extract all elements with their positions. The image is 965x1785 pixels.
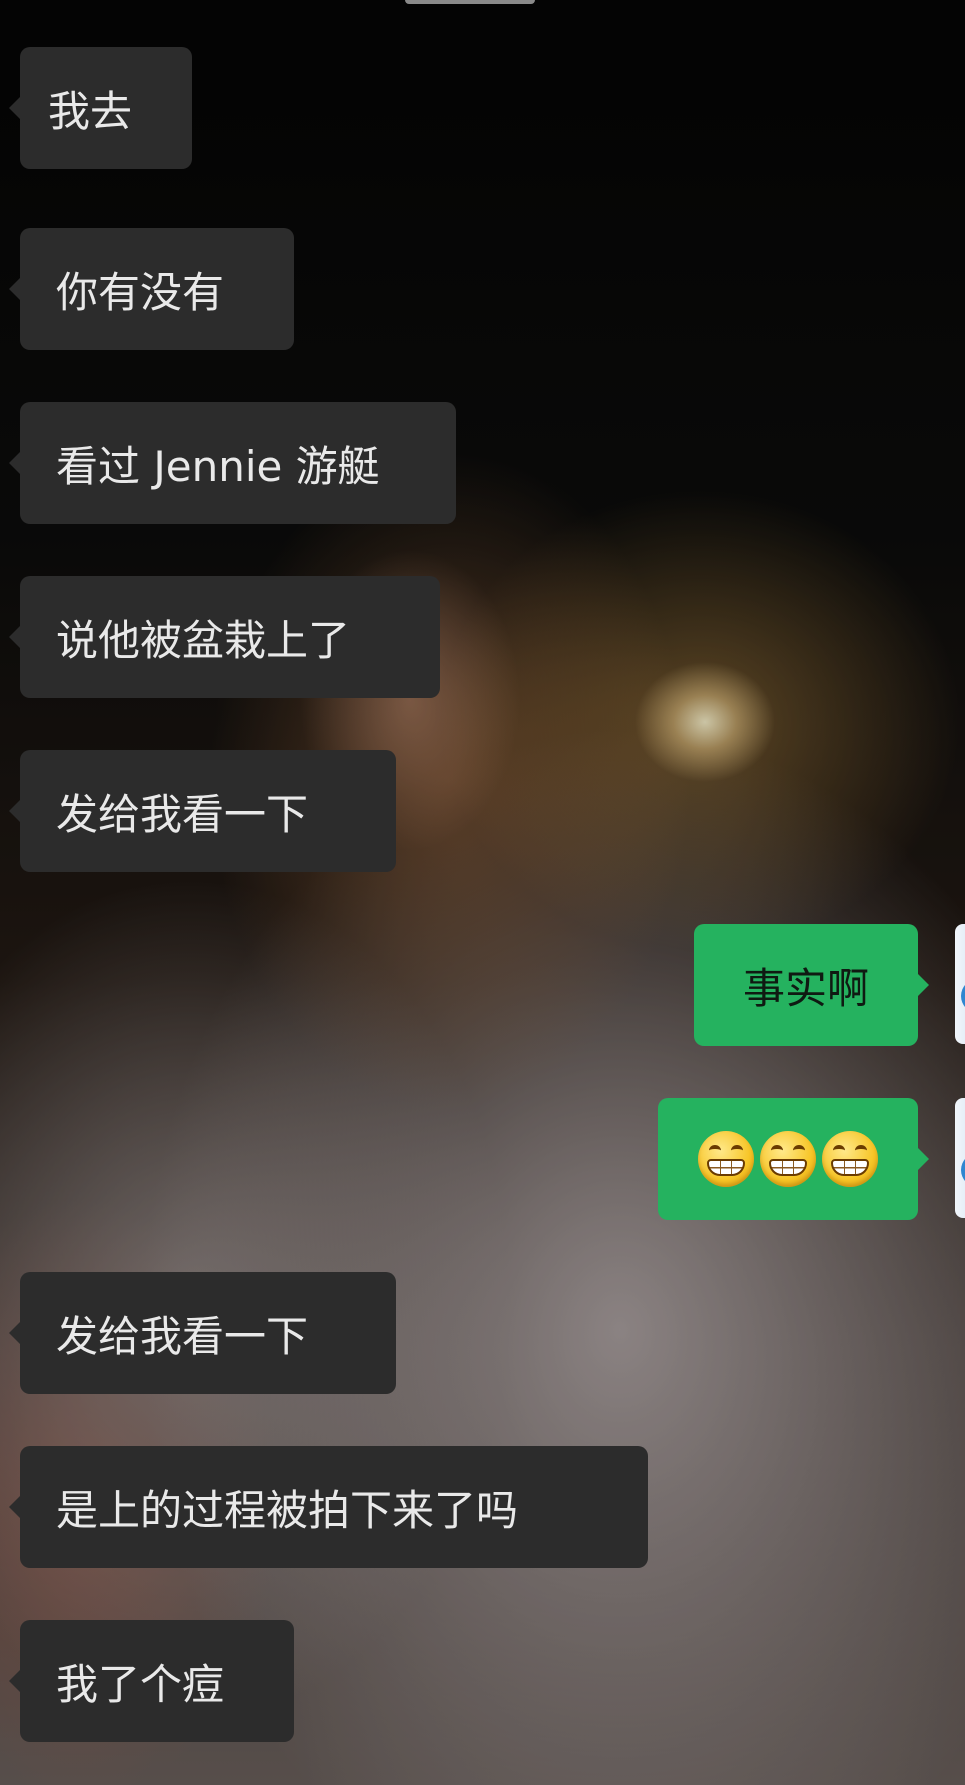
message-text: 发给我看一下 xyxy=(56,1311,309,1361)
grinning-face-with-teeth-icon xyxy=(822,1131,878,1187)
user-avatar[interactable] xyxy=(955,924,965,1044)
message-bubble-outgoing[interactable] xyxy=(658,1098,929,1220)
chat-screen: 我去 你有没有 看过 Jennie 游艇 说他被盆栽上了 发给我看一下 事实啊 … xyxy=(0,0,965,1785)
top-drag-handle[interactable] xyxy=(405,0,535,4)
message-bubble-incoming[interactable]: 看过 Jennie 游艇 xyxy=(9,402,456,524)
grinning-face-with-teeth-icon xyxy=(698,1131,754,1187)
message-bubble-incoming[interactable]: 发给我看一下 xyxy=(9,750,396,872)
message-text: 我了个痘 xyxy=(56,1659,225,1709)
message-bubble-incoming[interactable]: 我了个痘 xyxy=(9,1620,294,1742)
message-bubble-incoming[interactable]: 我去 xyxy=(9,47,192,169)
message-text: 是上的过程被拍下来了吗 xyxy=(56,1485,519,1535)
message-bubble-incoming[interactable]: 说他被盆栽上了 xyxy=(9,576,440,698)
user-avatar[interactable] xyxy=(955,1098,965,1218)
message-text: 你有没有 xyxy=(56,267,225,317)
emoji-row xyxy=(698,1131,878,1187)
message-text: 发给我看一下 xyxy=(56,789,309,839)
message-text: 看过 Jennie 游艇 xyxy=(56,441,380,491)
message-bubble-outgoing[interactable]: 事实啊 xyxy=(694,924,929,1046)
grinning-face-with-teeth-icon xyxy=(760,1131,816,1187)
message-bubble-incoming[interactable]: 是上的过程被拍下来了吗 xyxy=(9,1446,648,1568)
message-text: 我去 xyxy=(48,86,133,136)
message-text: 说他被盆栽上了 xyxy=(56,615,351,665)
message-bubble-incoming[interactable]: 发给我看一下 xyxy=(9,1272,396,1394)
message-text: 事实啊 xyxy=(742,963,869,1013)
avatar-image-icon xyxy=(961,1153,965,1187)
message-bubble-incoming[interactable]: 你有没有 xyxy=(9,228,294,350)
avatar-image-icon xyxy=(961,979,965,1013)
